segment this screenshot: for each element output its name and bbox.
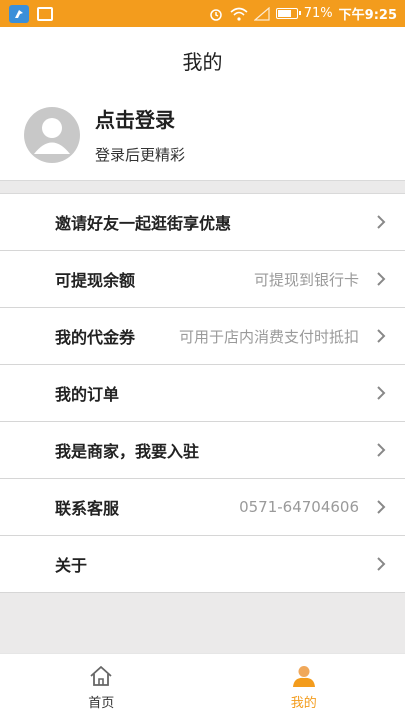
- menu-item-label: 邀请好友一起逛街享优惠: [55, 214, 232, 233]
- menu-item-vouchers[interactable]: 我的代金券 可用于店内消费支付时抵扣: [0, 308, 405, 365]
- status-notifications: [9, 4, 53, 23]
- wifi-icon: [230, 7, 248, 21]
- header: 我的: [0, 27, 405, 93]
- menu-item-label: 关于: [55, 556, 88, 575]
- battery-icon: [275, 8, 301, 19]
- profile-card[interactable]: 点击登录 登录后更精彩: [0, 93, 405, 181]
- menu-list: 邀请好友一起逛街享优惠 可提现余额 可提现到银行卡 我的代金券 可用于店内消费支…: [0, 193, 405, 593]
- alarm-icon: [210, 8, 222, 21]
- login-subtitle: 登录后更精彩: [95, 146, 186, 164]
- tab-mine[interactable]: 我的: [203, 654, 405, 720]
- chevron-right-icon: [377, 215, 386, 229]
- menu-item-merchant-join[interactable]: 我是商家，我要入驻: [0, 422, 405, 479]
- chevron-right-icon: [377, 386, 386, 400]
- menu-item-hint: 可用于店内消费支付时抵扣: [178, 327, 359, 346]
- avatar[interactable]: [24, 107, 80, 163]
- signal-icon: [253, 6, 270, 21]
- page-title: 我的: [182, 49, 223, 74]
- clock: 下午9:25: [338, 8, 397, 23]
- status-indicators: 71% 下午9:25: [208, 4, 397, 23]
- chevron-right-icon: [377, 272, 386, 286]
- menu-item-label: 联系客服: [55, 499, 120, 518]
- menu-item-label: 我是商家，我要入驻: [55, 442, 200, 461]
- menu-item-label: 我的订单: [55, 385, 120, 404]
- login-prompt[interactable]: 点击登录: [95, 104, 175, 133]
- tab-home-label: 首页: [88, 695, 115, 711]
- chevron-right-icon: [377, 500, 386, 514]
- battery-percentage: 71%: [303, 6, 333, 21]
- app-notification-icon: [9, 4, 29, 23]
- tab-mine-label: 我的: [290, 695, 317, 711]
- menu-item-label: 我的代金券: [55, 328, 136, 347]
- menu-item-invite-friends[interactable]: 邀请好友一起逛街享优惠: [0, 194, 405, 251]
- user-avatar-icon: [34, 118, 70, 154]
- tab-home[interactable]: 首页: [0, 654, 203, 720]
- menu-item-about[interactable]: 关于: [0, 536, 405, 593]
- menu-item-customer-service[interactable]: 联系客服 0571-64704606: [0, 479, 405, 536]
- bottom-tab-bar: 首页 我的: [0, 653, 405, 720]
- image-notification-icon: [37, 6, 53, 21]
- menu-item-label: 可提现余额: [55, 271, 136, 290]
- battery-level: [277, 10, 291, 17]
- menu-item-withdrawable-balance[interactable]: 可提现余额 可提现到银行卡: [0, 251, 405, 308]
- home-icon: [90, 665, 112, 686]
- status-bar: 71% 下午9:25: [0, 0, 405, 27]
- menu-item-hint: 0571-64704606: [239, 498, 359, 516]
- chevron-right-icon: [377, 329, 386, 343]
- chevron-right-icon: [377, 443, 386, 457]
- chevron-right-icon: [377, 557, 386, 571]
- menu-item-my-orders[interactable]: 我的订单: [0, 365, 405, 422]
- user-icon: [292, 665, 315, 687]
- menu-item-hint: 可提现到银行卡: [253, 270, 359, 289]
